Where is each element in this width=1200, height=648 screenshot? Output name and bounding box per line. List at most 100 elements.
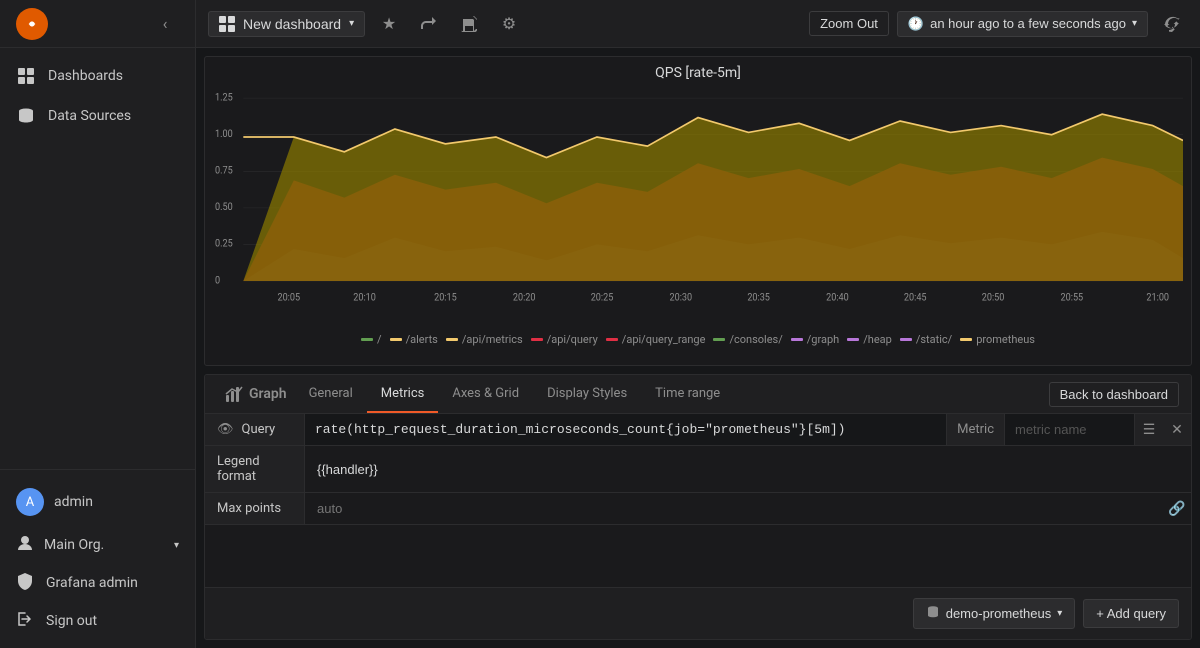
legend-color xyxy=(531,338,543,341)
tab-time-range[interactable]: Time range xyxy=(641,376,734,413)
legend-format-label: Legend format xyxy=(205,446,305,492)
signout-label: Sign out xyxy=(46,613,97,629)
chart-panel: QPS [rate-5m] 1.25 1.00 0.75 0.50 0.25 0 xyxy=(204,56,1192,366)
chart-legend: / /alerts /api/metrics /api/query /api/q… xyxy=(205,329,1191,350)
database-icon xyxy=(16,106,36,126)
grafana-logo xyxy=(16,8,48,40)
topbar: New dashboard ▾ ★ ⚙ Zoom Out 🕐 an hour a… xyxy=(196,0,1200,48)
legend-item[interactable]: / xyxy=(361,333,382,346)
svg-text:20:25: 20:25 xyxy=(591,292,614,304)
dashboard-title-button[interactable]: New dashboard ▾ xyxy=(208,11,365,37)
legend-item[interactable]: /static/ xyxy=(900,333,952,346)
legend-item[interactable]: prometheus xyxy=(960,333,1035,346)
max-points-link-button[interactable]: 🔗 xyxy=(1163,500,1191,517)
zoom-out-button[interactable]: Zoom Out xyxy=(809,11,889,36)
org-caret-icon: ▾ xyxy=(174,540,179,551)
svg-text:20:05: 20:05 xyxy=(277,292,300,304)
chart-area: 1.25 1.00 0.75 0.50 0.25 0 xyxy=(205,89,1191,329)
query-remove-button[interactable]: ✕ xyxy=(1163,414,1191,445)
sidebar-collapse-button[interactable]: ‹ xyxy=(151,10,179,38)
legend-item[interactable]: /alerts xyxy=(390,333,438,346)
refresh-button[interactable] xyxy=(1156,8,1188,40)
star-button[interactable]: ★ xyxy=(373,8,405,40)
legend-item[interactable]: /api/query_range xyxy=(606,333,706,346)
svg-text:0.50: 0.50 xyxy=(215,202,233,214)
dashboard-caret-icon: ▾ xyxy=(349,18,354,29)
query-label: 👁 Query xyxy=(205,414,305,445)
query-field-label: Query xyxy=(242,422,276,437)
legend-item[interactable]: /consoles/ xyxy=(713,333,782,346)
sidebar-item-signout[interactable]: Sign out xyxy=(0,602,195,640)
legend-color xyxy=(713,338,725,341)
avatar: A xyxy=(16,488,44,516)
tab-display-styles[interactable]: Display Styles xyxy=(533,376,641,413)
dashboard-title: New dashboard xyxy=(243,16,341,32)
legend-color xyxy=(900,338,912,341)
dashboards-label: Dashboards xyxy=(48,68,123,84)
datasources-label: Data Sources xyxy=(48,108,131,124)
legend-color xyxy=(446,338,458,341)
org-icon xyxy=(16,534,34,556)
eye-icon[interactable]: 👁 xyxy=(217,422,234,437)
back-to-dashboard-button[interactable]: Back to dashboard xyxy=(1049,382,1179,407)
sidebar-item-datasources[interactable]: Data Sources xyxy=(0,96,195,136)
legend-color xyxy=(791,338,803,341)
max-points-field-label: Max points xyxy=(217,501,281,516)
svg-text:20:50: 20:50 xyxy=(982,292,1005,304)
tab-axes-grid[interactable]: Axes & Grid xyxy=(438,376,533,413)
dashboard-grid-icon xyxy=(219,16,235,32)
settings-button[interactable]: ⚙ xyxy=(493,8,525,40)
svg-text:20:40: 20:40 xyxy=(826,292,849,304)
legend-format-input[interactable] xyxy=(305,454,1191,485)
legend-item[interactable]: /heap xyxy=(847,333,892,346)
editor-body: 👁 Query Metric ☰ ✕ Legend format xyxy=(205,414,1191,587)
legend-item[interactable]: /api/query xyxy=(531,333,598,346)
add-query-button[interactable]: + Add query xyxy=(1083,599,1179,628)
svg-text:0.75: 0.75 xyxy=(215,165,233,177)
grid-icon xyxy=(16,66,36,86)
datasource-caret-icon: ▾ xyxy=(1057,608,1062,619)
content-area: QPS [rate-5m] 1.25 1.00 0.75 0.50 0.25 0 xyxy=(196,48,1200,648)
query-row: 👁 Query Metric ☰ ✕ xyxy=(205,414,1191,446)
legend-item[interactable]: /api/metrics xyxy=(446,333,523,346)
svg-text:20:20: 20:20 xyxy=(513,292,536,304)
tab-metrics[interactable]: Metrics xyxy=(367,376,439,413)
chart-title: QPS [rate-5m] xyxy=(205,57,1191,89)
save-button[interactable] xyxy=(453,8,485,40)
shield-icon xyxy=(16,572,34,594)
org-label: Main Org. xyxy=(44,537,104,553)
sidebar-bottom: A admin Main Org. ▾ Grafana admin xyxy=(0,469,195,648)
query-options-button[interactable]: ☰ xyxy=(1135,414,1163,445)
clock-icon: 🕐 xyxy=(908,16,924,32)
max-points-row: Max points 🔗 xyxy=(205,493,1191,525)
svg-text:1.25: 1.25 xyxy=(215,92,233,104)
legend-item[interactable]: /graph xyxy=(791,333,839,346)
svg-text:20:15: 20:15 xyxy=(434,292,457,304)
sidebar-item-grafana-admin[interactable]: Grafana admin xyxy=(0,564,195,602)
datasource-button[interactable]: demo-prometheus ▾ xyxy=(913,598,1076,629)
svg-text:20:35: 20:35 xyxy=(747,292,770,304)
share-button[interactable] xyxy=(413,8,445,40)
panel-type-label: Graph xyxy=(249,386,287,402)
svg-text:0: 0 xyxy=(215,275,220,287)
metric-name-input[interactable] xyxy=(1004,414,1134,445)
svg-text:20:55: 20:55 xyxy=(1061,292,1084,304)
legend-format-row: Legend format xyxy=(205,446,1191,493)
sidebar-header: ‹ xyxy=(0,0,195,48)
time-range-button[interactable]: 🕐 an hour ago to a few seconds ago ▾ xyxy=(897,11,1148,37)
panel-type-icon: Graph xyxy=(217,375,295,413)
sidebar-item-dashboards[interactable]: Dashboards xyxy=(0,56,195,96)
tab-general[interactable]: General xyxy=(295,376,367,413)
legend-color xyxy=(847,338,859,341)
metric-label: Metric xyxy=(946,414,1004,445)
sidebar: ‹ Dashboards D xyxy=(0,0,196,648)
query-input[interactable] xyxy=(305,414,946,445)
sidebar-item-org[interactable]: Main Org. ▾ xyxy=(0,526,195,564)
datasource-db-icon xyxy=(926,605,940,622)
editor-footer: demo-prometheus ▾ + Add query xyxy=(205,587,1191,639)
svg-text:1.00: 1.00 xyxy=(215,129,233,141)
legend-color xyxy=(960,338,972,341)
svg-text:20:45: 20:45 xyxy=(904,292,927,304)
sidebar-nav: Dashboards Data Sources xyxy=(0,48,195,469)
max-points-input[interactable] xyxy=(305,493,1159,524)
